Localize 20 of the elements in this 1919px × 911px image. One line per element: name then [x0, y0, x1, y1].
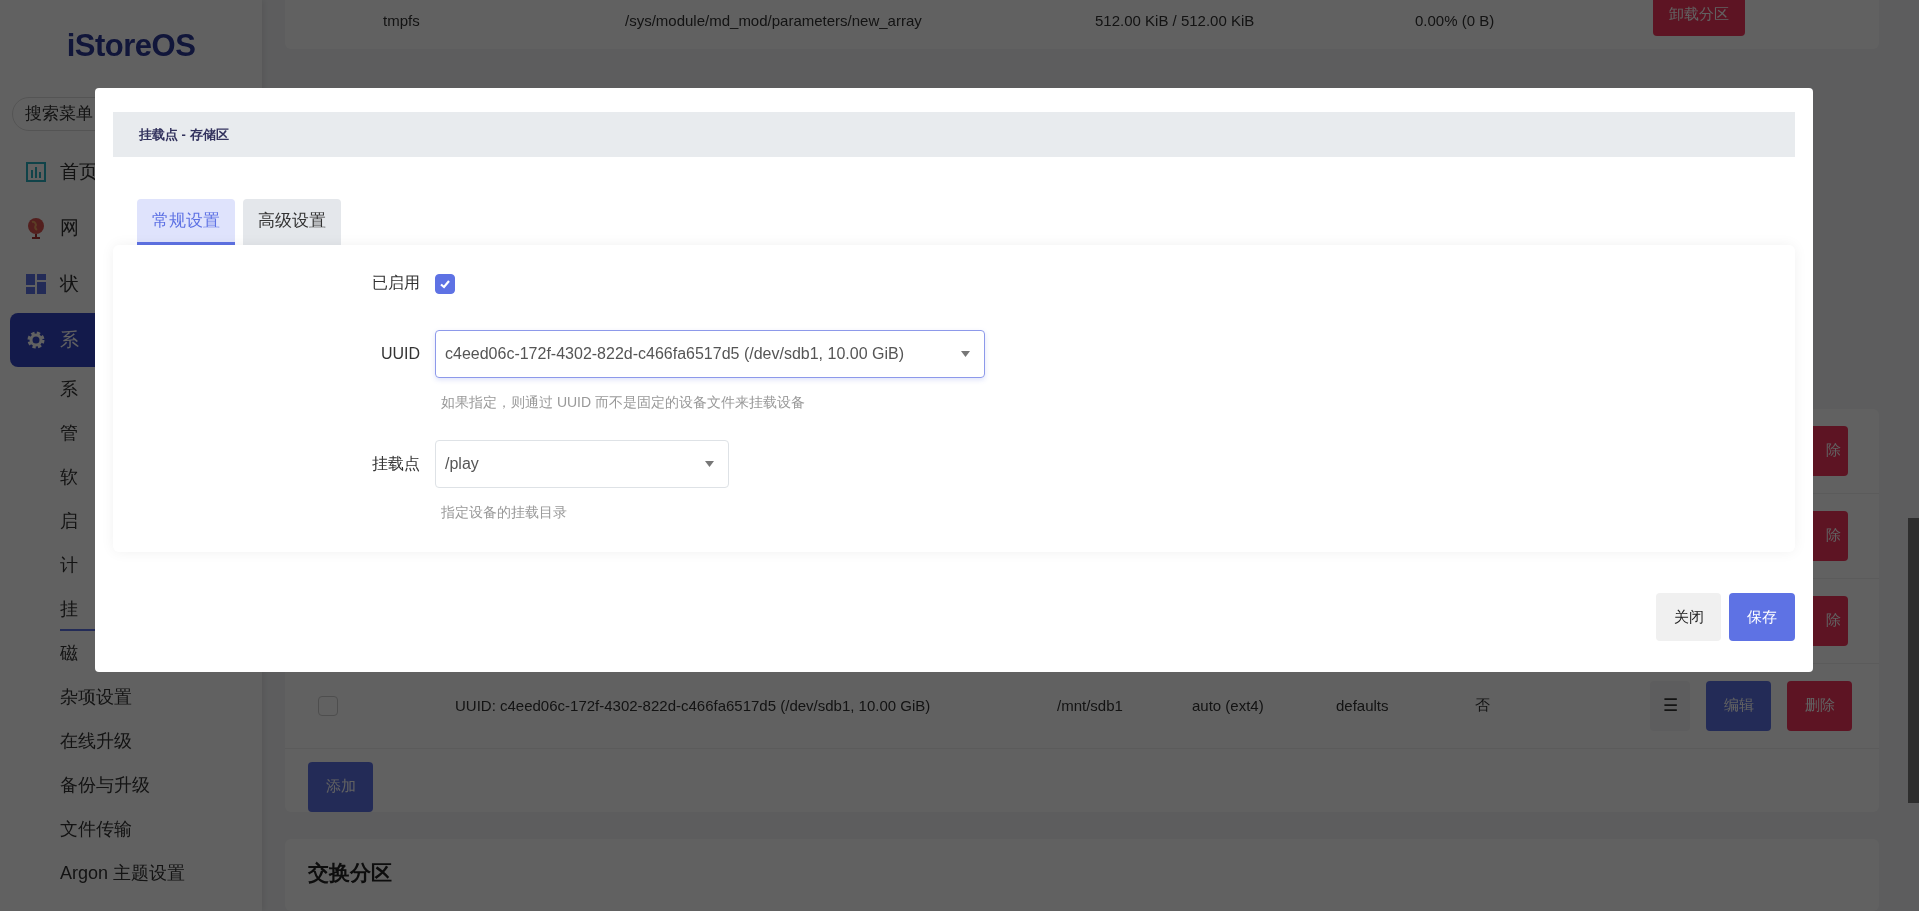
table-cell-text: auto (ext4): [1192, 697, 1265, 715]
table-cell-text: tmpfs: [383, 11, 421, 29]
nav-label: 系: [60, 328, 79, 352]
field-label: 已启用: [371, 273, 420, 293]
logo: iStoreOS: [66, 28, 196, 64]
table-cell-text: /mnt/sdb1: [1057, 697, 1124, 715]
field-label: 挂载点: [371, 454, 420, 474]
section-heading: 交换分区: [308, 859, 393, 886]
help-text: 如果指定，则通过 UUID 而不是固定的设备文件来挂载设备: [441, 394, 806, 412]
nav-label: 状: [60, 272, 79, 296]
table-cell-text: defaults: [1336, 697, 1390, 715]
table-cell-text: UUID: c4eed06c-172f-4302-822d-c466fa6517d5 (/dev/sdb1, 10.00 GiB): [455, 697, 932, 715]
field-label: UUID: [379, 344, 420, 364]
nav-label: 网: [60, 216, 79, 240]
help-text: 指定设备的挂载目录: [441, 504, 568, 522]
table-cell-text: /sys/module/md_mod/parameters/new_array: [625, 11, 923, 29]
modal-title: 挂载点 - 存储区: [113, 112, 1795, 157]
table-cell-text: 0.00% (0 B): [1415, 11, 1496, 29]
table-cell-text: 512.00 KiB / 512.00 KiB: [1095, 11, 1256, 29]
table-cell-text: 否: [1475, 696, 1491, 716]
